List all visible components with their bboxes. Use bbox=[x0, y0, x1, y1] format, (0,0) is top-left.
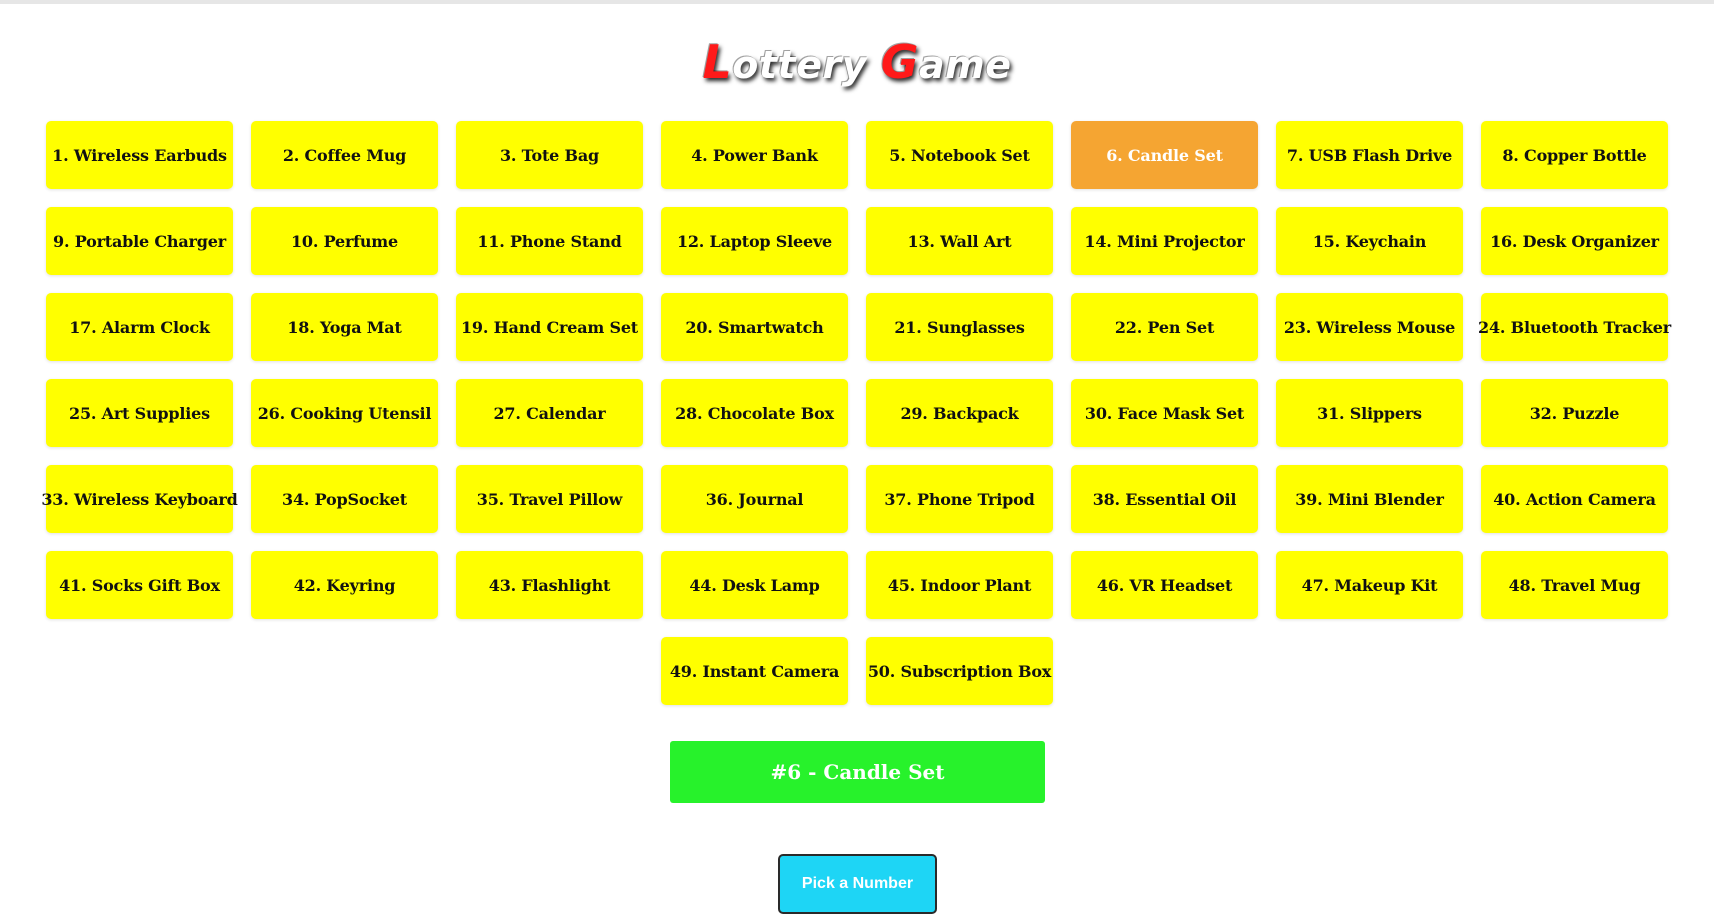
prize-cell[interactable]: 26. Cooking Utensil bbox=[251, 379, 438, 447]
prize-cell[interactable]: 19. Hand Cream Set bbox=[456, 293, 643, 361]
prize-cell[interactable]: 48. Travel Mug bbox=[1481, 551, 1668, 619]
prize-cell[interactable]: 5. Notebook Set bbox=[866, 121, 1053, 189]
top-divider bbox=[0, 0, 1714, 4]
prize-cell[interactable]: 42. Keyring bbox=[251, 551, 438, 619]
prize-cell[interactable]: 18. Yoga Mat bbox=[251, 293, 438, 361]
prize-cell[interactable]: 16. Desk Organizer bbox=[1481, 207, 1668, 275]
prize-cell[interactable]: 28. Chocolate Box bbox=[661, 379, 848, 447]
pick-number-button[interactable]: Pick a Number bbox=[778, 854, 937, 914]
prize-cell[interactable]: 46. VR Headset bbox=[1071, 551, 1258, 619]
prize-cell[interactable]: 15. Keychain bbox=[1276, 207, 1463, 275]
prize-cell[interactable]: 40. Action Camera bbox=[1481, 465, 1668, 533]
prize-cell[interactable]: 1. Wireless Earbuds bbox=[46, 121, 233, 189]
prize-cell[interactable]: 34. PopSocket bbox=[251, 465, 438, 533]
prize-cell[interactable]: 38. Essential Oil bbox=[1071, 465, 1258, 533]
prize-cell[interactable]: 21. Sunglasses bbox=[866, 293, 1053, 361]
prize-cell[interactable]: 24. Bluetooth Tracker bbox=[1478, 293, 1671, 361]
prize-cell[interactable]: 44. Desk Lamp bbox=[661, 551, 848, 619]
prize-cell[interactable]: 30. Face Mask Set bbox=[1071, 379, 1258, 447]
prize-grid: 1. Wireless Earbuds 2. Coffee Mug 3. Tote … bbox=[41, 121, 1671, 705]
prize-cell[interactable]: 33. Wireless Keyboard bbox=[41, 465, 238, 533]
prize-cell[interactable]: 6. Candle Set bbox=[1071, 121, 1258, 189]
prize-cell[interactable]: 9. Portable Charger bbox=[46, 207, 233, 275]
prize-cell[interactable]: 8. Copper Bottle bbox=[1481, 121, 1668, 189]
prize-cell[interactable]: 49. Instant Camera bbox=[661, 637, 848, 705]
prize-cell[interactable]: 31. Slippers bbox=[1276, 379, 1463, 447]
prize-cell[interactable]: 13. Wall Art bbox=[866, 207, 1053, 275]
prize-cell[interactable]: 36. Journal bbox=[661, 465, 848, 533]
prize-cell[interactable]: 32. Puzzle bbox=[1481, 379, 1668, 447]
prize-cell[interactable]: 39. Mini Blender bbox=[1276, 465, 1463, 533]
title-initial-l: L bbox=[702, 35, 733, 89]
prize-cell[interactable]: 47. Makeup Kit bbox=[1276, 551, 1463, 619]
prize-cell[interactable]: 14. Mini Projector bbox=[1071, 207, 1258, 275]
result-banner: #6 - Candle Set bbox=[670, 741, 1045, 803]
prize-cell[interactable]: 41. Socks Gift Box bbox=[46, 551, 233, 619]
prize-cell[interactable]: 29. Backpack bbox=[866, 379, 1053, 447]
prize-cell[interactable]: 37. Phone Tripod bbox=[866, 465, 1053, 533]
prize-cell[interactable]: 17. Alarm Clock bbox=[46, 293, 233, 361]
prize-cell[interactable]: 4. Power Bank bbox=[661, 121, 848, 189]
prize-cell[interactable]: 43. Flashlight bbox=[456, 551, 643, 619]
prize-cell[interactable]: 50. Subscription Box bbox=[866, 637, 1053, 705]
prize-cell[interactable]: 20. Smartwatch bbox=[661, 293, 848, 361]
prize-cell[interactable]: 25. Art Supplies bbox=[46, 379, 233, 447]
prize-cell[interactable]: 12. Laptop Sleeve bbox=[661, 207, 848, 275]
prize-cell[interactable]: 27. Calendar bbox=[456, 379, 643, 447]
prize-cell[interactable]: 11. Phone Stand bbox=[456, 207, 643, 275]
title-word-ottery: ottery bbox=[732, 43, 868, 87]
prize-cell[interactable]: 10. Perfume bbox=[251, 207, 438, 275]
prize-cell[interactable]: 3. Tote Bag bbox=[456, 121, 643, 189]
prize-cell[interactable]: 23. Wireless Mouse bbox=[1276, 293, 1463, 361]
prize-cell[interactable]: 22. Pen Set bbox=[1071, 293, 1258, 361]
prize-cell[interactable]: 2. Coffee Mug bbox=[251, 121, 438, 189]
title-word-ame: ame bbox=[919, 43, 1012, 87]
page-title: Lottery Game bbox=[0, 34, 1714, 93]
title-initial-g: G bbox=[880, 35, 920, 89]
prize-cell[interactable]: 35. Travel Pillow bbox=[456, 465, 643, 533]
prize-cell[interactable]: 45. Indoor Plant bbox=[866, 551, 1053, 619]
prize-cell[interactable]: 7. USB Flash Drive bbox=[1276, 121, 1463, 189]
